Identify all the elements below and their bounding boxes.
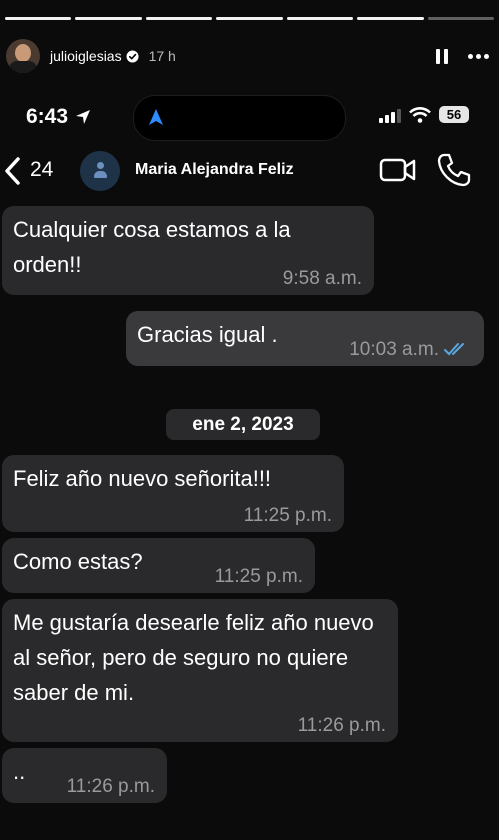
story-avatar[interactable] (6, 39, 40, 73)
message-bubble-incoming[interactable]: Cualquier cosa estamos a la orden!! 9:58… (2, 206, 374, 295)
cellular-signal-icon (379, 107, 401, 123)
message-bubble-outgoing[interactable]: Gracias igual . 10:03 a.m. (126, 311, 484, 366)
unread-count[interactable]: 24 (30, 158, 53, 182)
video-call-icon[interactable] (379, 155, 417, 185)
contact-name[interactable]: Maria Alejandra Feliz (135, 161, 294, 179)
message-time: 9:58 a.m. (282, 268, 362, 289)
message-bubble-incoming[interactable]: Feliz año nuevo señorita!!! 11:25 p.m. (2, 455, 344, 532)
story-header: julioiglesias 17 h (6, 36, 489, 76)
progress-segment (357, 17, 424, 20)
story-age: 17 h (148, 48, 176, 64)
progress-segment (427, 17, 494, 20)
verified-badge-icon (126, 49, 139, 63)
message-text: Me gustaría desearle feliz año nuevo al … (13, 610, 374, 705)
progress-segment (5, 17, 72, 20)
contact-avatar[interactable] (80, 151, 120, 191)
status-time: 6:43 (26, 105, 69, 128)
pause-icon[interactable] (436, 48, 448, 64)
message-time: 11:26 p.m. (66, 776, 155, 797)
dynamic-island (133, 95, 346, 141)
status-clock: 6:43 (26, 105, 92, 129)
back-chevron-icon[interactable] (4, 156, 22, 186)
message-bubble-incoming[interactable]: Como estas? 11:25 p.m. (2, 538, 315, 593)
message-time: 11:25 p.m. (214, 566, 303, 587)
message-bubble-incoming[interactable]: Me gustaría desearle feliz año nuevo al … (2, 599, 398, 742)
phone-call-icon[interactable] (436, 152, 472, 188)
message-time: 10:03 a.m. (349, 339, 439, 360)
read-receipt-double-check-icon (444, 343, 464, 356)
more-options-icon[interactable] (468, 53, 489, 59)
progress-segment (286, 17, 354, 20)
message-bubble-incoming[interactable]: .. 11:26 p.m. (2, 748, 167, 803)
location-arrow-icon (76, 110, 91, 124)
phone-status-bar: 6:43 56 (0, 95, 499, 141)
wifi-icon (409, 106, 431, 123)
message-time: 11:26 p.m. (297, 715, 386, 736)
battery-icon: 56 (439, 106, 469, 123)
message-text: Feliz año nuevo señorita!!! (13, 466, 272, 491)
story-username[interactable]: julioiglesias (50, 48, 122, 64)
progress-segment (216, 17, 283, 20)
date-separator: ene 2, 2023 (166, 409, 320, 440)
progress-segment (75, 17, 142, 20)
chat-header: 24 Maria Alejandra Feliz (0, 145, 499, 195)
progress-segment (145, 17, 213, 20)
story-progress-bar (5, 17, 494, 20)
message-time: 11:25 p.m. (243, 505, 332, 526)
navigation-arrow-icon (149, 109, 163, 125)
